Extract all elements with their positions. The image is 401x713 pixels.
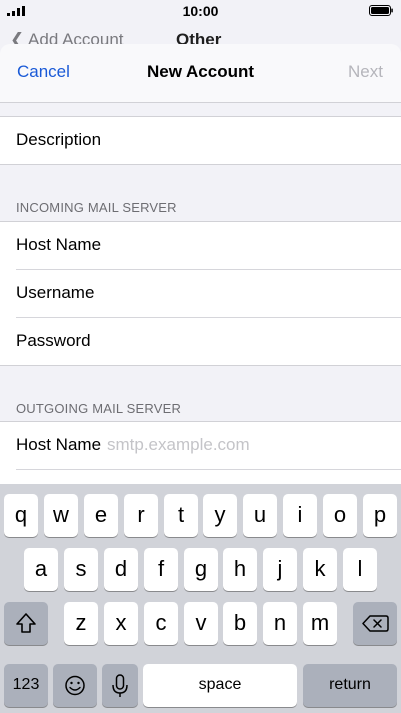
- keyboard: q w e r t y u i o p a s d f g h j k l z …: [0, 484, 401, 713]
- key-b[interactable]: b: [223, 602, 257, 645]
- outgoing-host-name-input[interactable]: smtp.example.com: [107, 435, 250, 455]
- key-v[interactable]: v: [184, 602, 218, 645]
- page-title: New Account: [146, 62, 255, 81]
- emoji-icon: [65, 675, 85, 696]
- status-bar: 10:00: [0, 0, 401, 22]
- key-t[interactable]: t: [164, 494, 198, 537]
- key-a[interactable]: a: [24, 548, 58, 591]
- incoming-password-field[interactable]: Password: [16, 317, 401, 365]
- key-p[interactable]: p: [363, 494, 397, 537]
- microphone-icon: [112, 674, 128, 697]
- incoming-username-label: Username: [16, 283, 95, 302]
- outgoing-server-section: Host Name smtp.example.com: [0, 421, 401, 484]
- underlying-back-label: Add Account: [28, 30, 124, 44]
- key-a-label: a: [34, 556, 48, 581]
- shift-icon: [16, 613, 36, 633]
- incoming-host-name-field[interactable]: Host Name: [0, 222, 401, 269]
- key-e[interactable]: e: [84, 494, 118, 537]
- key-n-label: n: [273, 610, 287, 635]
- key-u-label: u: [253, 502, 267, 527]
- incoming-server-section: Host Name Username Password: [0, 221, 401, 366]
- outgoing-server-header: OUTGOING MAIL SERVER: [16, 401, 182, 416]
- account-section: Description: [0, 116, 401, 165]
- status-time: 10:00: [182, 3, 219, 19]
- key-x-label: x: [115, 610, 127, 635]
- key-c[interactable]: c: [144, 602, 178, 645]
- key-o-label: o: [333, 502, 347, 527]
- key-t-label: t: [177, 502, 185, 527]
- key-b-label: b: [233, 610, 247, 635]
- incoming-host-name-label: Host Name: [16, 235, 102, 254]
- key-z-label: z: [75, 610, 87, 635]
- key-m[interactable]: m: [303, 602, 337, 645]
- key-n[interactable]: n: [263, 602, 297, 645]
- key-h-label: h: [233, 556, 247, 581]
- space-key[interactable]: space: [143, 664, 297, 707]
- navigation-bar: Cancel New Account Next: [0, 44, 401, 103]
- key-p-label: p: [373, 502, 387, 527]
- key-d-label: d: [114, 556, 128, 581]
- key-f[interactable]: f: [144, 548, 178, 591]
- key-g-label: g: [194, 556, 208, 581]
- next-button[interactable]: Next: [348, 62, 383, 82]
- description-label: Description: [16, 130, 102, 149]
- outgoing-host-name-field[interactable]: Host Name smtp.example.com: [0, 422, 401, 469]
- underlying-title: Other: [176, 30, 222, 44]
- underlying-nav: ❮ Add Account Other: [0, 22, 401, 44]
- key-o[interactable]: o: [323, 494, 357, 537]
- key-w[interactable]: w: [44, 494, 78, 537]
- battery-icon: [369, 5, 393, 16]
- key-y[interactable]: y: [203, 494, 237, 537]
- key-i[interactable]: i: [283, 494, 317, 537]
- key-e-label: e: [94, 502, 108, 527]
- key-x[interactable]: x: [104, 602, 138, 645]
- space-key-label: space: [198, 676, 242, 693]
- return-key-label: return: [329, 676, 371, 693]
- new-account-sheet: Cancel New Account Next Description INCO…: [0, 44, 401, 484]
- description-field[interactable]: Description: [0, 117, 401, 164]
- delete-icon: [362, 615, 389, 632]
- emoji-key[interactable]: [53, 664, 97, 707]
- key-r[interactable]: r: [124, 494, 158, 537]
- key-h[interactable]: h: [223, 548, 257, 591]
- numbers-key-label: 123: [12, 676, 40, 693]
- key-d[interactable]: d: [104, 548, 138, 591]
- key-z[interactable]: z: [64, 602, 98, 645]
- key-w-label: w: [53, 502, 69, 527]
- key-j[interactable]: j: [263, 548, 297, 591]
- key-u[interactable]: u: [243, 494, 277, 537]
- key-s[interactable]: s: [64, 548, 98, 591]
- key-f-label: f: [157, 556, 165, 581]
- delete-key[interactable]: [353, 602, 397, 645]
- key-q-label: q: [14, 502, 28, 527]
- key-v-label: v: [195, 610, 207, 635]
- key-m-label: m: [310, 610, 330, 635]
- key-s-label: s: [75, 556, 87, 581]
- shift-key[interactable]: [4, 602, 48, 645]
- return-key[interactable]: return: [303, 664, 397, 707]
- key-g[interactable]: g: [184, 548, 218, 591]
- incoming-server-header: INCOMING MAIL SERVER: [16, 200, 177, 215]
- key-q[interactable]: q: [4, 494, 38, 537]
- incoming-username-field[interactable]: Username: [16, 269, 401, 317]
- dictation-key[interactable]: [102, 664, 138, 707]
- numbers-key[interactable]: 123: [4, 664, 48, 707]
- key-k[interactable]: k: [303, 548, 337, 591]
- outgoing-host-name-label: Host Name: [16, 435, 102, 454]
- chevron-left-icon: ❮: [10, 30, 25, 44]
- outgoing-next-field[interactable]: [16, 469, 401, 484]
- key-l-label: l: [357, 556, 363, 581]
- key-r-label: r: [137, 502, 145, 527]
- key-l[interactable]: l: [343, 548, 377, 591]
- incoming-password-label: Password: [16, 331, 91, 350]
- key-i-label: i: [297, 502, 303, 527]
- key-j-label: j: [277, 556, 283, 581]
- key-y-label: y: [214, 502, 226, 527]
- underlying-back: ❮ Add Account: [10, 30, 124, 44]
- key-c-label: c: [155, 610, 167, 635]
- key-k-label: k: [314, 556, 326, 581]
